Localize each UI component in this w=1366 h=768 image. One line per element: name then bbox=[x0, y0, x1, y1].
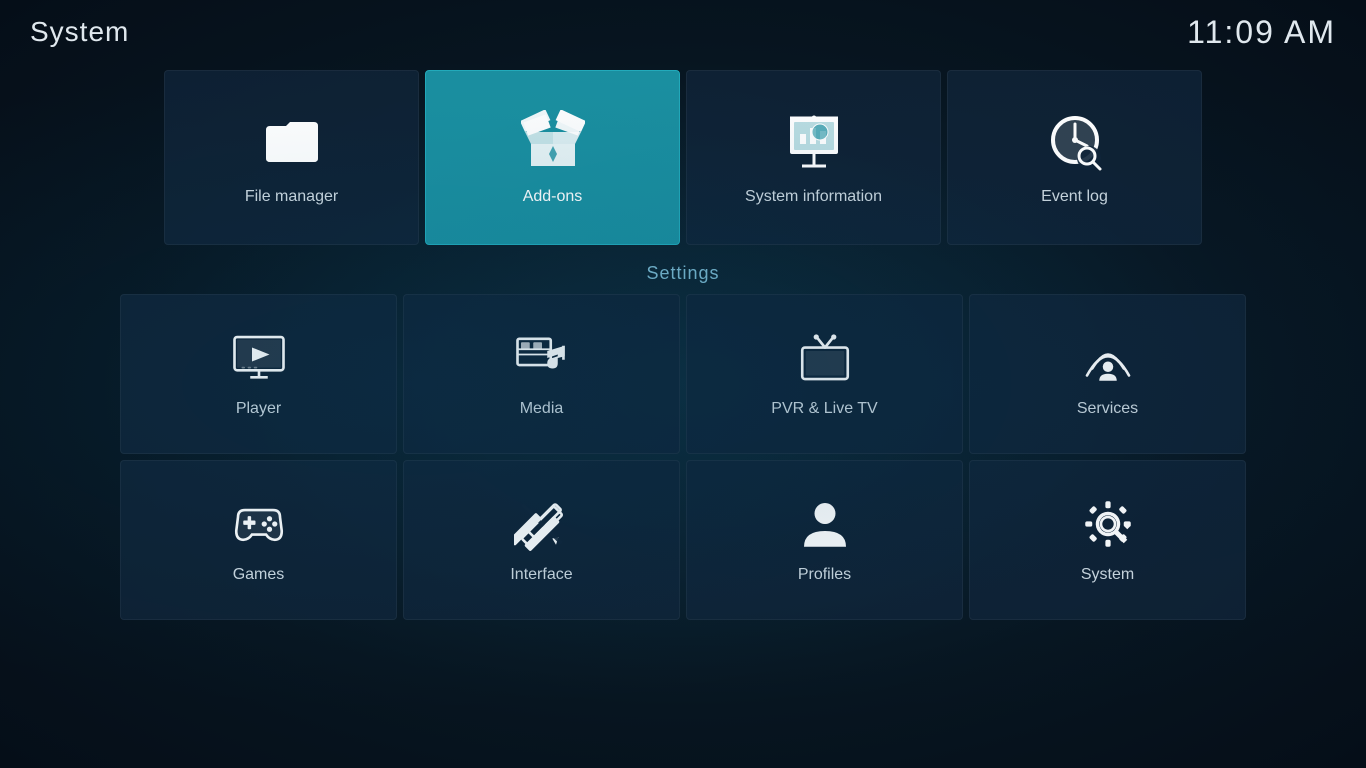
event-log-icon bbox=[1043, 110, 1107, 174]
system-icon bbox=[1080, 496, 1136, 552]
services-label: Services bbox=[1077, 400, 1138, 418]
games-label: Games bbox=[233, 566, 285, 584]
current-time: 11:09 AM bbox=[1187, 14, 1336, 51]
system-label: System bbox=[1081, 566, 1134, 584]
menu-item-system-info[interactable]: System information bbox=[686, 70, 941, 245]
player-icon bbox=[231, 330, 287, 386]
settings-section: Settings Player bbox=[0, 263, 1366, 620]
interface-icon bbox=[514, 496, 570, 552]
media-icon bbox=[514, 330, 570, 386]
settings-item-interface[interactable]: Interface bbox=[403, 460, 680, 620]
pvr-icon bbox=[797, 330, 853, 386]
media-label: Media bbox=[520, 400, 564, 418]
event-log-label: Event log bbox=[1041, 188, 1108, 206]
system-info-icon bbox=[782, 110, 846, 174]
system-info-label: System information bbox=[745, 188, 882, 206]
settings-item-pvr[interactable]: PVR & Live TV bbox=[686, 294, 963, 454]
header: System 11:09 AM bbox=[0, 0, 1366, 64]
settings-item-services[interactable]: Services bbox=[969, 294, 1246, 454]
addons-label: Add-ons bbox=[523, 188, 583, 206]
services-icon bbox=[1080, 330, 1136, 386]
settings-item-player[interactable]: Player bbox=[120, 294, 397, 454]
settings-item-profiles[interactable]: Profiles bbox=[686, 460, 963, 620]
interface-label: Interface bbox=[510, 566, 572, 584]
page-title: System bbox=[30, 16, 129, 48]
games-icon bbox=[231, 496, 287, 552]
player-label: Player bbox=[236, 400, 281, 418]
settings-grid: Player Media bbox=[120, 294, 1246, 620]
profiles-icon bbox=[797, 496, 853, 552]
profiles-label: Profiles bbox=[798, 566, 851, 584]
file-manager-icon bbox=[260, 110, 324, 174]
settings-item-media[interactable]: Media bbox=[403, 294, 680, 454]
menu-item-addons[interactable]: Add-ons bbox=[425, 70, 680, 245]
menu-item-event-log[interactable]: Event log bbox=[947, 70, 1202, 245]
settings-item-system[interactable]: System bbox=[969, 460, 1246, 620]
top-menu-row: File manager Add-ons bbox=[0, 70, 1366, 245]
settings-item-games[interactable]: Games bbox=[120, 460, 397, 620]
file-manager-label: File manager bbox=[245, 188, 338, 206]
settings-header: Settings bbox=[120, 263, 1246, 284]
addons-icon bbox=[521, 110, 585, 174]
pvr-label: PVR & Live TV bbox=[771, 400, 877, 418]
menu-item-file-manager[interactable]: File manager bbox=[164, 70, 419, 245]
